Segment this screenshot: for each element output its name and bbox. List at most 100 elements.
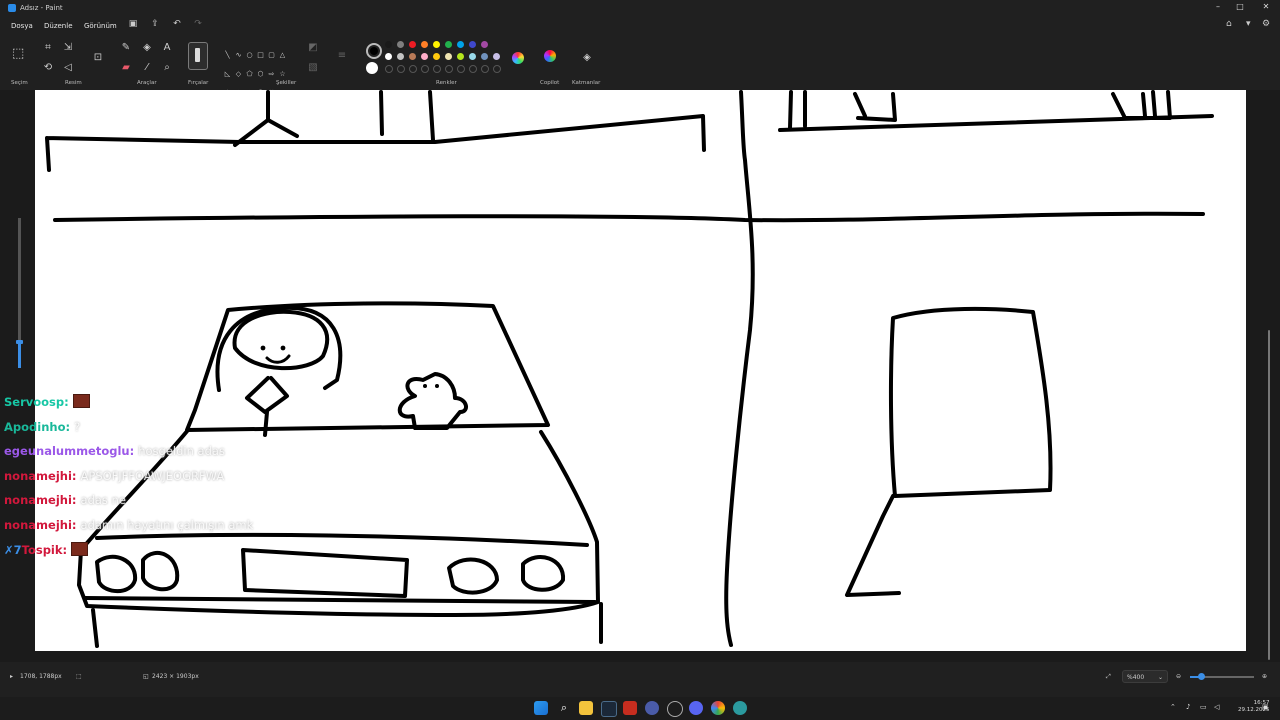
arrow-shape-icon[interactable]: ⇨ xyxy=(266,69,277,79)
fill-icon[interactable]: ◈ xyxy=(141,42,153,54)
selection-icon[interactable]: ⬚ xyxy=(12,47,24,60)
custom-color-slot[interactable] xyxy=(421,65,429,73)
custom-color-slot[interactable] xyxy=(433,65,441,73)
notifications-icon[interactable]: ▣ xyxy=(1262,703,1269,711)
tray-expand-icon[interactable]: ⌃ xyxy=(1170,703,1176,711)
undo-icon[interactable]: ↶ xyxy=(171,19,183,31)
custom-color-slot[interactable] xyxy=(445,65,453,73)
brush-button[interactable] xyxy=(188,42,208,70)
palette-color[interactable] xyxy=(445,41,452,48)
rectangle-shape-icon[interactable]: □ xyxy=(255,50,266,60)
line-shape-icon[interactable]: ╲ xyxy=(222,50,233,60)
curve-shape-icon[interactable]: ∿ xyxy=(233,50,244,60)
custom-color-slot[interactable] xyxy=(481,65,489,73)
share-icon[interactable]: ⇪ xyxy=(149,19,161,31)
custom-color-slot[interactable] xyxy=(469,65,477,73)
menu-view[interactable]: Görünüm xyxy=(84,22,117,30)
resize-icon[interactable]: ⇲ xyxy=(62,42,74,54)
custom-color-slot[interactable] xyxy=(397,65,405,73)
palette-color[interactable] xyxy=(397,53,404,60)
magnifier-icon[interactable]: ⌕ xyxy=(161,62,173,74)
search-icon[interactable]: ⌕ xyxy=(557,701,571,715)
close-button[interactable]: ✕ xyxy=(1256,2,1276,14)
menu-file[interactable]: Dosya xyxy=(11,22,33,30)
triangle-shape-icon[interactable]: △ xyxy=(277,50,288,60)
network-icon[interactable]: ▭ xyxy=(1200,703,1207,711)
settings-icon[interactable]: ⚙ xyxy=(1262,19,1270,29)
text-icon[interactable]: A xyxy=(161,42,173,54)
image-select-icon[interactable]: ⊡ xyxy=(92,52,104,64)
palette-color[interactable] xyxy=(409,41,416,48)
custom-color-slot[interactable] xyxy=(409,65,417,73)
volume-icon[interactable]: ◁ xyxy=(1214,703,1219,711)
shapes-gallery[interactable]: ╲∿○□▢△ ◺◇⬠⬡⇨☆ ✥✧✶◯♡◌ xyxy=(222,42,298,97)
chrome-icon[interactable] xyxy=(711,701,725,715)
start-icon[interactable] xyxy=(534,701,548,715)
custom-color-slot[interactable] xyxy=(457,65,465,73)
rotate-icon[interactable]: ⟲ xyxy=(42,62,54,74)
star-shape-icon[interactable]: ☆ xyxy=(277,69,288,79)
palette-color[interactable] xyxy=(457,53,464,60)
steam-icon[interactable] xyxy=(601,701,617,717)
pentagon-shape-icon[interactable]: ⬠ xyxy=(244,69,255,79)
notification-icon[interactable]: ▾ xyxy=(1246,19,1251,29)
palette-color[interactable] xyxy=(469,41,476,48)
edit-colors-icon[interactable] xyxy=(512,52,524,64)
palette-color[interactable] xyxy=(397,41,404,48)
eraser-icon[interactable]: ▰ xyxy=(120,62,132,74)
diamond-shape-icon[interactable]: ◇ xyxy=(233,69,244,79)
app-icon-red[interactable] xyxy=(623,701,637,715)
maximize-button[interactable]: □ xyxy=(1230,2,1250,14)
zoom-in-icon[interactable]: ⊕ xyxy=(1262,673,1267,680)
zoom-out-icon[interactable]: ⊖ xyxy=(1176,673,1181,680)
size-icon[interactable]: ≡ xyxy=(336,50,348,62)
palette-color[interactable] xyxy=(493,53,500,60)
palette-color[interactable] xyxy=(421,41,428,48)
zoom-dropdown[interactable]: %400 ⌄ xyxy=(1122,670,1168,683)
feedback-icon[interactable]: ⌂ xyxy=(1226,19,1232,29)
layers-icon[interactable]: ◈ xyxy=(581,52,593,64)
palette-color[interactable] xyxy=(421,53,428,60)
pencil-icon[interactable]: ✎ xyxy=(120,42,132,54)
custom-color-slot[interactable] xyxy=(493,65,501,73)
file-explorer-icon[interactable] xyxy=(579,701,593,715)
crop-icon[interactable]: ⌗ xyxy=(42,42,54,54)
outline-icon[interactable]: ◩ xyxy=(307,42,319,54)
discord-icon[interactable] xyxy=(689,701,703,715)
paint-taskbar-icon[interactable] xyxy=(733,701,747,715)
rounded-rect-shape-icon[interactable]: ▢ xyxy=(266,50,277,60)
palette-color[interactable] xyxy=(457,41,464,48)
brush-size-slider[interactable] xyxy=(16,218,23,368)
oval-shape-icon[interactable]: ○ xyxy=(244,50,255,60)
palette-color[interactable] xyxy=(433,41,440,48)
app-icon-blue[interactable] xyxy=(645,701,659,715)
palette-color[interactable] xyxy=(385,53,392,60)
palette-color[interactable] xyxy=(469,53,476,60)
minimize-button[interactable]: – xyxy=(1208,2,1228,14)
scrollbar-thumb[interactable] xyxy=(1268,330,1270,660)
palette-color[interactable] xyxy=(385,41,392,48)
color-picker-icon[interactable]: ⁄ xyxy=(141,62,153,74)
palette-color[interactable] xyxy=(481,53,488,60)
vertical-scrollbar[interactable] xyxy=(1266,90,1272,662)
palette-color[interactable] xyxy=(433,53,440,60)
save-icon[interactable]: ▣ xyxy=(127,19,139,31)
custom-color-slot[interactable] xyxy=(385,65,393,73)
zoom-slider[interactable] xyxy=(1190,673,1254,680)
palette-color[interactable] xyxy=(409,53,416,60)
redo-icon[interactable]: ↷ xyxy=(192,19,204,31)
menu-edit[interactable]: Düzenle xyxy=(44,22,73,30)
secondary-color-swatch[interactable] xyxy=(366,62,378,74)
copilot-icon[interactable] xyxy=(544,50,556,62)
flip-icon[interactable]: ◁ xyxy=(62,62,74,74)
shape-fill-icon[interactable]: ▧ xyxy=(307,62,319,74)
app-icon-circle[interactable] xyxy=(667,701,683,717)
palette-color[interactable] xyxy=(481,41,488,48)
microphone-icon[interactable]: ♪ xyxy=(1186,703,1190,711)
fit-to-window-icon[interactable]: ⤢ xyxy=(1106,673,1111,681)
right-triangle-shape-icon[interactable]: ◺ xyxy=(222,69,233,79)
palette-color[interactable] xyxy=(445,53,452,60)
hexagon-shape-icon[interactable]: ⬡ xyxy=(255,69,266,79)
primary-color-swatch[interactable] xyxy=(366,43,382,59)
drawing-canvas[interactable] xyxy=(35,90,1246,651)
